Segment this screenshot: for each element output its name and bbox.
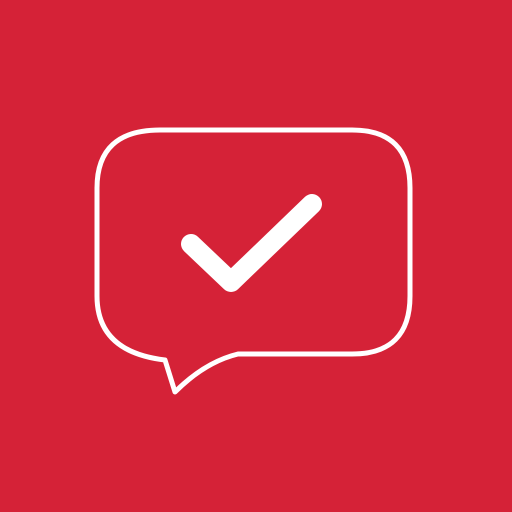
- app-icon: [0, 0, 512, 512]
- app-icon-graphic: [0, 0, 512, 512]
